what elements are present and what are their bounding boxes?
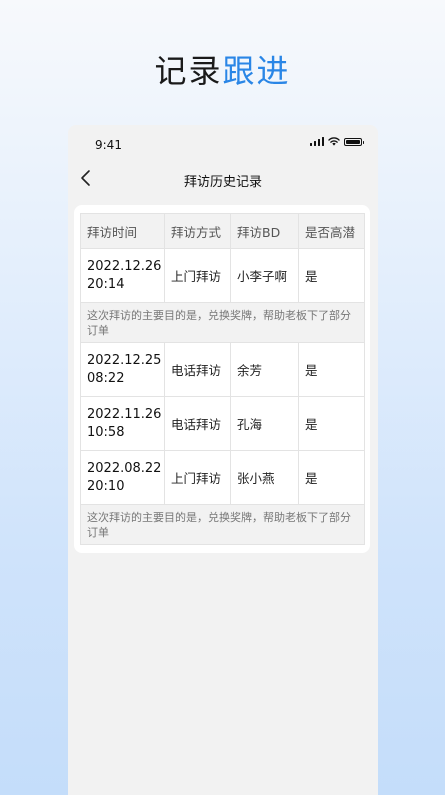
visit-clock: 20:14	[87, 276, 125, 292]
header-visit-time: 拜访时间	[80, 213, 165, 249]
visit-bd-cell: 小李子啊	[230, 248, 299, 303]
visit-note: 这次拜访的主要目的是，兑换奖牌，帮助老板下了部分订单	[80, 504, 365, 545]
visit-method-cell: 电话拜访	[164, 342, 231, 397]
visit-date: 2022.11.26	[87, 406, 162, 422]
table-note-row: 这次拜访的主要目的是，兑换奖牌，帮助老板下了部分订单	[80, 302, 365, 343]
wifi-icon	[328, 137, 340, 146]
header-visit-method: 拜访方式	[164, 213, 231, 249]
high-potential-cell: 是	[298, 396, 365, 451]
nav-bar: 拜访历史记录	[68, 161, 378, 197]
visit-history-card: 拜访时间 拜访方式 拜访BD 是否高潜 2022.12.26 20:14 上门拜访…	[74, 205, 370, 553]
page-title: 拜访历史记录	[183, 175, 262, 190]
visit-time-cell: 2022.08.22 20:10	[80, 450, 165, 505]
header-visit-bd: 拜访BD	[230, 213, 299, 249]
phone-screen: 9:41 拜访历史记录 拜访时间 拜访方式 拜访BD 是否高潜 2022.12.…	[68, 125, 378, 795]
visit-bd-cell: 张小燕	[230, 450, 299, 505]
status-icons	[309, 137, 364, 146]
visit-method-cell: 上门拜访	[164, 248, 231, 303]
table-note-row: 这次拜访的主要目的是，兑换奖牌，帮助老板下了部分订单	[80, 504, 365, 545]
visit-bd-cell: 孔海	[230, 396, 299, 451]
visit-method-cell: 电话拜访	[164, 396, 231, 451]
high-potential-cell: 是	[298, 450, 365, 505]
signal-icon	[309, 137, 324, 146]
table-row[interactable]: 2022.08.22 20:10 上门拜访 张小燕 是	[80, 450, 365, 505]
visit-date: 2022.08.22	[87, 460, 162, 476]
header-high-potential: 是否高潜	[298, 213, 365, 249]
visit-date: 2022.12.26	[87, 258, 162, 274]
visit-clock: 08:22	[87, 370, 125, 386]
table-header-row: 拜访时间 拜访方式 拜访BD 是否高潜	[80, 213, 365, 249]
visit-clock: 20:10	[87, 478, 125, 494]
table-row[interactable]: 2022.11.26 10:58 电话拜访 孔海 是	[80, 396, 365, 451]
hero-title: 记录跟进	[0, 46, 445, 92]
visit-note: 这次拜访的主要目的是，兑换奖牌，帮助老板下了部分订单	[80, 302, 365, 343]
status-time: 9:41	[95, 138, 122, 152]
visit-time-cell: 2022.12.26 20:14	[80, 248, 165, 303]
high-potential-cell: 是	[298, 248, 365, 303]
battery-icon	[344, 137, 364, 146]
visit-history-table: 拜访时间 拜访方式 拜访BD 是否高潜 2022.12.26 20:14 上门拜访…	[80, 213, 365, 545]
high-potential-cell: 是	[298, 342, 365, 397]
table-row[interactable]: 2022.12.26 20:14 上门拜访 小李子啊 是	[80, 248, 365, 303]
visit-date: 2022.12.25	[87, 352, 162, 368]
visit-time-cell: 2022.11.26 10:58	[80, 396, 165, 451]
visit-bd-cell: 余芳	[230, 342, 299, 397]
table-row[interactable]: 2022.12.25 08:22 电话拜访 余芳 是	[80, 342, 365, 397]
hero-title-accent: 跟进	[222, 52, 291, 90]
hero-title-main: 记录	[154, 52, 223, 90]
status-bar: 9:41	[68, 125, 378, 161]
visit-clock: 10:58	[87, 424, 125, 440]
visit-time-cell: 2022.12.25 08:22	[80, 342, 165, 397]
visit-method-cell: 上门拜访	[164, 450, 231, 505]
